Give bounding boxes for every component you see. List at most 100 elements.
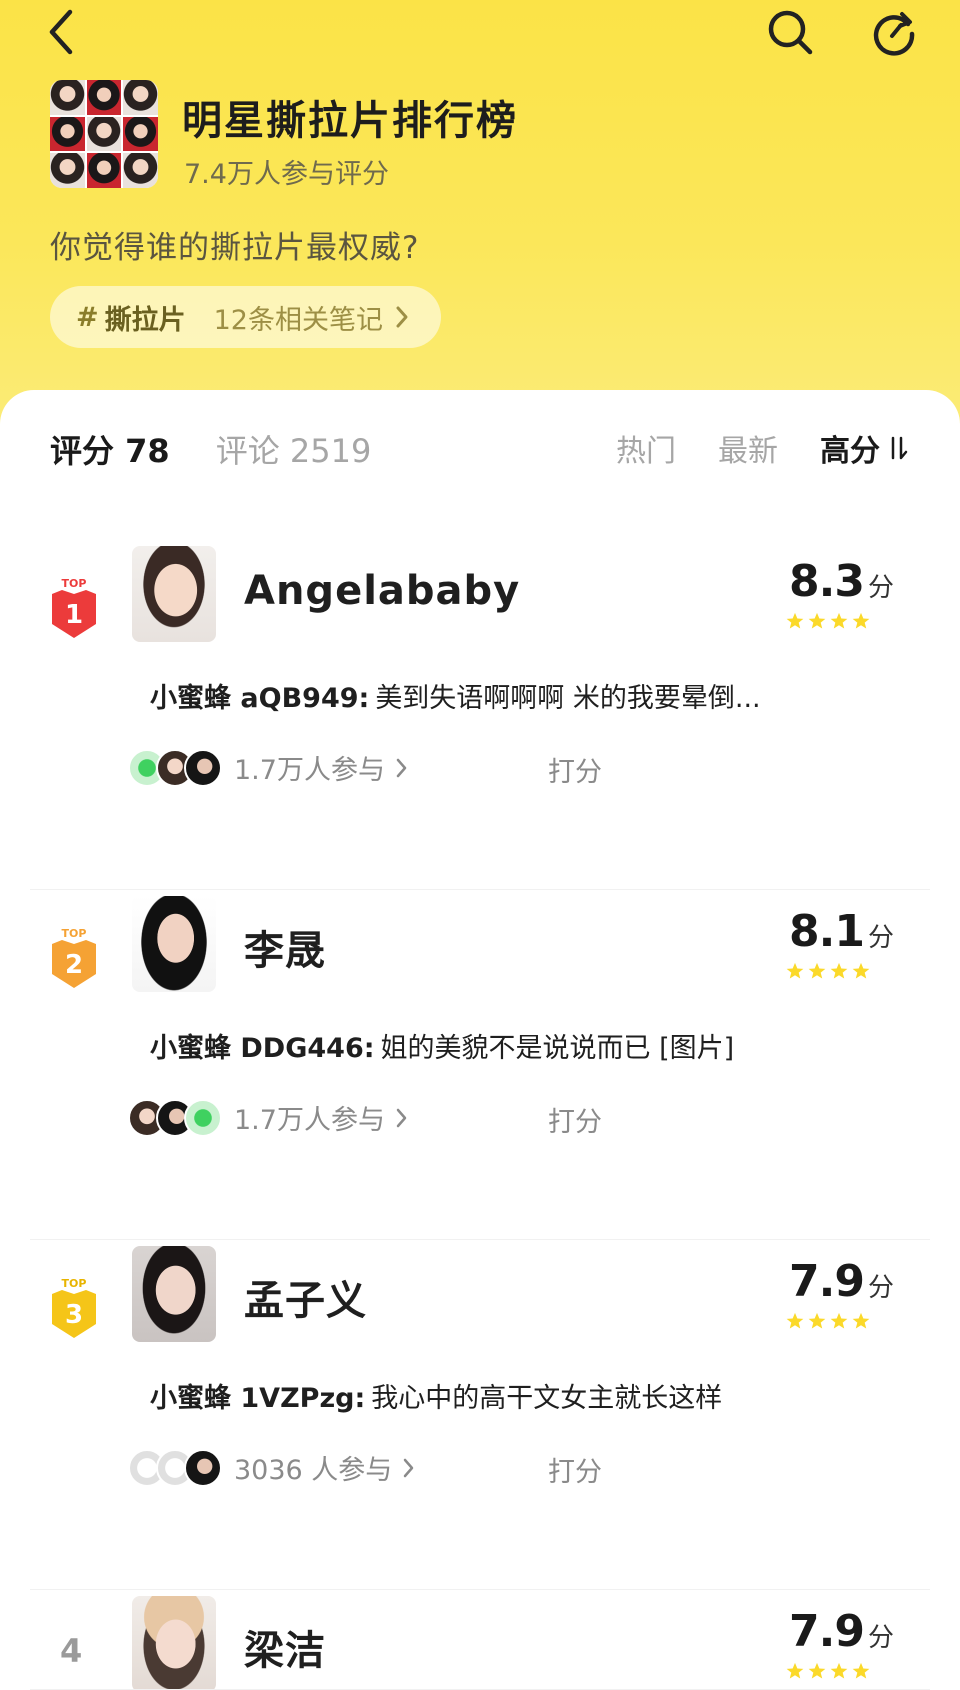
content-tabs: 评分 78 评论 2519 — [50, 426, 371, 472]
rate-button[interactable]: 打分 — [548, 750, 602, 789]
participants-link[interactable]: 1.7万人参与 — [128, 748, 409, 787]
star-icon — [786, 1312, 804, 1329]
score: 7.9 分 — [789, 1256, 894, 1307]
participants-count: 3036 人参与 — [234, 1455, 393, 1486]
ranking-item[interactable]: TOP 2 李晟 8.1 分 小蜜蜂 DDG446: 姐的美貌不是说说而已 [图片… — [0, 890, 960, 1240]
participant-count: 7.4万人参与评分 — [184, 159, 389, 190]
comment-user: 小蜜蜂 1VZPzg: — [150, 1383, 366, 1414]
score-value: 7.9 — [789, 1256, 865, 1307]
ranking-item[interactable]: TOP 1 Angelababy 8.3 分 小蜜蜂 aQB949: 美到失语啊啊… — [0, 540, 960, 890]
participants-count: 1.7万人参与 — [234, 755, 385, 786]
rate-button[interactable]: 打分 — [548, 1100, 602, 1139]
celebrity-name: 孟子义 — [244, 1278, 367, 1324]
star-icon — [786, 612, 804, 629]
sort-options: 热门 最新 高分 — [616, 426, 908, 470]
sort-order-icon[interactable] — [886, 434, 908, 462]
hashtag-icon: # — [76, 301, 99, 333]
back-button[interactable] — [32, 4, 88, 60]
avatar[interactable] — [132, 1596, 216, 1690]
chevron-left-icon — [49, 9, 73, 55]
star-icon — [786, 962, 804, 979]
score-unit: 分 — [867, 923, 894, 953]
celebrity-name: 李晟 — [244, 928, 326, 974]
star-icon — [852, 962, 870, 979]
top-rank-badge-icon: TOP 3 — [52, 1277, 96, 1338]
top-comment[interactable]: 小蜜蜂 1VZPzg: 我心中的高干文女主就长这样 — [150, 1376, 722, 1415]
list-question: 你觉得谁的撕拉片最权威? — [50, 230, 420, 266]
comment-user: 小蜜蜂 aQB949: — [150, 683, 370, 714]
comment-text: 美到失语啊啊啊 米的我要晕倒... — [375, 683, 761, 714]
score: 8.3 分 — [789, 556, 894, 607]
star-rating — [786, 1662, 870, 1680]
star-icon — [852, 612, 870, 629]
top-rank-badge-icon: TOP 2 — [52, 927, 96, 988]
sort-hot[interactable]: 热门 — [616, 426, 676, 470]
participant-avatars — [128, 1098, 222, 1137]
top-bar — [0, 0, 960, 70]
star-rating — [786, 612, 870, 630]
score: 7.9 分 — [789, 1606, 894, 1657]
rank-number: 1 — [65, 600, 83, 630]
score-unit: 分 — [867, 1623, 894, 1653]
avatar[interactable] — [132, 546, 216, 642]
sort-high-score[interactable]: 高分 — [820, 426, 880, 470]
tab-comments[interactable]: 评论 2519 — [216, 426, 372, 472]
search-icon — [768, 10, 813, 55]
ranking-panel: 评分 78 评论 2519 热门 最新 高分 TOP 1 Angelababy … — [0, 390, 960, 1690]
comment-text: 我心中的高干文女主就长这样 — [371, 1383, 723, 1414]
svg-text:TOP: TOP — [62, 1277, 87, 1290]
ranking-item[interactable]: 4 梁洁 7.9 分 — [0, 1590, 960, 1690]
topic-tag-name: 撕拉片 — [104, 304, 186, 336]
celebrity-name: Angelababy — [244, 568, 521, 614]
avatar — [184, 748, 222, 787]
rank-number: 2 — [65, 950, 83, 980]
share-button[interactable] — [866, 4, 922, 60]
participants-link[interactable]: 3036 人参与 — [128, 1448, 416, 1487]
rate-button[interactable]: 打分 — [548, 1450, 602, 1489]
star-icon — [852, 1662, 870, 1679]
comment-text: 姐的美貌不是说说而已 [图片] — [380, 1033, 735, 1064]
topic-tag-pill[interactable]: # 撕拉片 12条相关笔记 — [50, 286, 441, 348]
refresh-share-icon — [873, 12, 915, 56]
star-icon — [808, 962, 826, 979]
star-icon — [830, 962, 848, 979]
top-comment[interactable]: 小蜜蜂 DDG446: 姐的美貌不是说说而已 [图片] — [150, 1026, 734, 1065]
top-rank-badge-icon: TOP 1 — [52, 577, 96, 638]
score: 8.1 分 — [789, 906, 894, 957]
comment-user: 小蜜蜂 DDG446: — [150, 1033, 375, 1064]
chevron-right-icon — [396, 758, 407, 777]
avatar[interactable] — [132, 1246, 216, 1342]
star-icon — [830, 1312, 848, 1329]
page-title: 明星撕拉片排行榜 — [182, 98, 518, 144]
participants-link[interactable]: 1.7万人参与 — [128, 1098, 409, 1137]
list-cover-image — [50, 80, 158, 188]
avatar — [184, 1448, 222, 1487]
celebrity-name: 梁洁 — [244, 1628, 326, 1674]
related-notes-count: 12条相关笔记 — [213, 304, 383, 336]
avatar — [184, 1098, 222, 1137]
score-unit: 分 — [867, 1273, 894, 1303]
score-value: 8.3 — [789, 556, 865, 607]
avatar[interactable] — [132, 896, 216, 992]
star-icon — [808, 612, 826, 629]
participant-avatars — [128, 748, 222, 787]
sort-newest[interactable]: 最新 — [718, 426, 778, 470]
rank-number: 3 — [65, 1300, 83, 1330]
score-value: 8.1 — [789, 906, 865, 957]
search-button[interactable] — [762, 4, 818, 60]
svg-text:TOP: TOP — [62, 927, 87, 940]
top-comment[interactable]: 小蜜蜂 aQB949: 美到失语啊啊啊 米的我要晕倒... — [150, 676, 761, 715]
ranking-item[interactable]: TOP 3 孟子义 7.9 分 小蜜蜂 1VZPzg: 我心中的高干文女主就长这样… — [0, 1240, 960, 1590]
chevron-right-icon — [396, 1108, 407, 1127]
participants-count: 1.7万人参与 — [234, 1105, 385, 1136]
score-unit: 分 — [867, 573, 894, 603]
star-rating — [786, 1312, 870, 1330]
score-value: 7.9 — [789, 1606, 865, 1657]
star-icon — [786, 1662, 804, 1679]
star-icon — [808, 1312, 826, 1329]
star-rating — [786, 962, 870, 980]
star-icon — [830, 612, 848, 629]
rank-number: 4 — [60, 1632, 83, 1670]
svg-text:TOP: TOP — [62, 577, 87, 590]
tab-rating[interactable]: 评分 78 — [50, 426, 170, 472]
